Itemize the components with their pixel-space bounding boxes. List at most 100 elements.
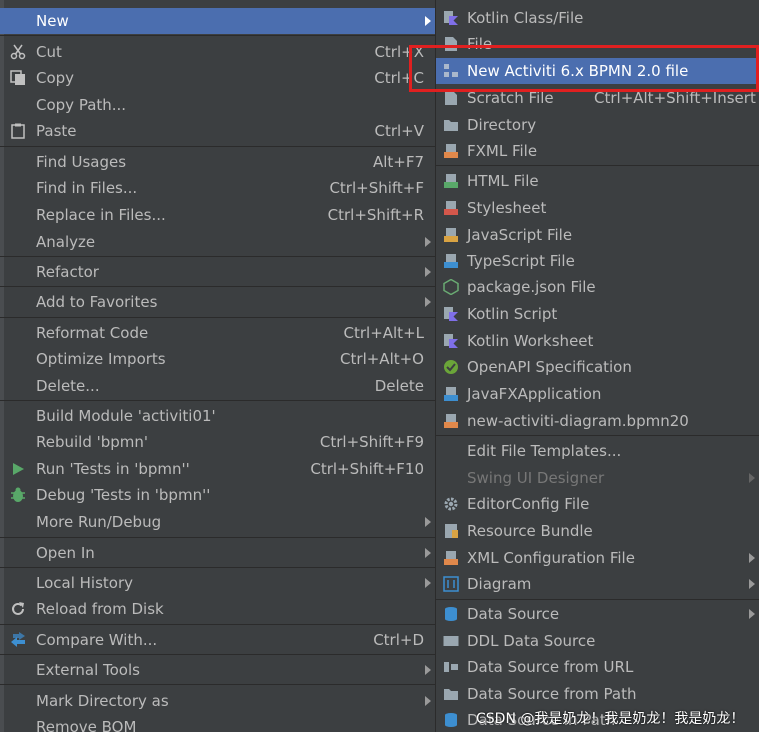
separator	[0, 35, 435, 36]
menu-item-delete[interactable]: Delete... Delete	[0, 373, 435, 399]
shortcut-label: Ctrl+Alt+Shift+Insert	[594, 89, 756, 107]
submenu-item-editorconfig[interactable]: EditorConfig File	[436, 491, 759, 517]
reload-icon	[12, 602, 24, 615]
menu-item-label: Delete...	[36, 377, 100, 395]
menu-item-new[interactable]: New	[0, 8, 435, 34]
submenu-item-diagram[interactable]: Diagram	[436, 571, 759, 597]
menu-item-local-history[interactable]: Local History	[0, 570, 435, 596]
menu-item-label: Replace in Files...	[36, 206, 166, 224]
copy-icon	[10, 70, 25, 85]
submenu-item-data-source-path[interactable]: Data Source from Path	[436, 681, 759, 707]
watermark-text: CSDN @我是奶龙！我是奶龙！我是奶龙！	[476, 711, 745, 727]
menu-item-copy[interactable]: Copy Ctrl+C	[0, 65, 435, 91]
submenu-item-data-source-url[interactable]: Data Source from URL	[436, 654, 759, 680]
menu-item-label: new-activiti-diagram.bpmn20	[467, 412, 689, 430]
new-submenu: Kotlin Class/File File New Activiti 6.x …	[435, 0, 759, 732]
submenu-item-kotlin-worksheet[interactable]: Kotlin Worksheet	[436, 328, 759, 354]
menu-item-label: FXML File	[467, 142, 538, 160]
scissors-icon	[10, 44, 26, 60]
menu-item-rebuild[interactable]: Rebuild 'bpmn' Ctrl+Shift+F9	[0, 429, 435, 455]
submenu-item-xml-configuration[interactable]: XML Configuration File	[436, 545, 759, 571]
css-icon	[444, 201, 458, 215]
menu-item-paste[interactable]: Paste Ctrl+V	[0, 118, 435, 144]
menu-item-label: More Run/Debug	[36, 513, 162, 531]
shortcut-label: Ctrl+V	[374, 122, 424, 140]
menu-item-compare-with[interactable]: Compare With... Ctrl+D	[0, 627, 435, 653]
submenu-item-fxml-file[interactable]: FXML File	[436, 138, 759, 164]
submenu-item-new-activiti-diagram[interactable]: new-activiti-diagram.bpmn20	[436, 408, 759, 434]
submenu-item-typescript-file[interactable]: TypeScript File	[436, 248, 759, 274]
js-icon	[444, 228, 458, 242]
run-icon	[13, 463, 24, 475]
menu-item-label: XML Configuration File	[467, 549, 635, 567]
menu-item-label: Rebuild 'bpmn'	[36, 433, 149, 451]
shortcut-label: Ctrl+C	[374, 69, 424, 87]
kotlin-worksheet-icon	[444, 334, 458, 348]
submenu-item-scratch-file[interactable]: Scratch File Ctrl+Alt+Shift+Insert	[436, 85, 759, 111]
menu-item-label: Mark Directory as	[36, 692, 169, 710]
submenu-item-javascript-file[interactable]: JavaScript File	[436, 222, 759, 248]
submenu-item-package-json[interactable]: package.json File	[436, 274, 759, 300]
menu-item-label: JavaFXApplication	[467, 385, 602, 403]
submenu-item-directory[interactable]: Directory	[436, 112, 759, 138]
submenu-item-kotlin-script[interactable]: Kotlin Script	[436, 301, 759, 327]
menu-item-run-tests[interactable]: Run 'Tests in 'bpmn'' Ctrl+Shift+F10	[0, 456, 435, 482]
menu-item-label: Diagram	[467, 575, 532, 593]
menu-item-replace-in-files[interactable]: Replace in Files... Ctrl+Shift+R	[0, 202, 435, 228]
submenu-item-data-source[interactable]: Data Source	[436, 601, 759, 627]
submenu-item-resource-bundle[interactable]: Resource Bundle	[436, 518, 759, 544]
menu-item-copy-path[interactable]: Copy Path...	[0, 92, 435, 118]
folder-icon	[444, 120, 458, 131]
submenu-arrow-icon	[425, 237, 431, 247]
menu-item-optimize-imports[interactable]: Optimize Imports Ctrl+Alt+O	[0, 346, 435, 372]
menu-item-reload-from-disk[interactable]: Reload from Disk	[0, 596, 435, 622]
menu-item-label: Find in Files...	[36, 179, 138, 197]
nodejs-icon	[443, 279, 459, 295]
menu-item-debug-tests[interactable]: Debug 'Tests in 'bpmn''	[0, 482, 435, 508]
menu-item-label: Refactor	[36, 263, 99, 281]
submenu-item-javafx-application[interactable]: JavaFXApplication	[436, 381, 759, 407]
menu-item-label: Swing UI Designer	[467, 469, 605, 487]
submenu-item-new-activiti-bpmn[interactable]: New Activiti 6.x BPMN 2.0 file	[436, 58, 759, 84]
menu-item-label: Debug 'Tests in 'bpmn''	[36, 486, 211, 504]
menu-item-external-tools[interactable]: External Tools	[0, 657, 435, 683]
submenu-item-html-file[interactable]: HTML File	[436, 168, 759, 194]
menu-item-find-in-files[interactable]: Find in Files... Ctrl+Shift+F	[0, 175, 435, 201]
submenu-arrow-icon	[425, 696, 431, 706]
fxml-icon	[444, 144, 458, 158]
menu-item-add-to-favorites[interactable]: Add to Favorites	[0, 289, 435, 315]
submenu-item-openapi[interactable]: OpenAPI Specification	[436, 354, 759, 380]
separator	[0, 146, 435, 147]
submenu-arrow-icon	[749, 553, 755, 563]
menu-item-mark-directory-as[interactable]: Mark Directory as	[0, 688, 435, 714]
submenu-item-kotlin-class[interactable]: Kotlin Class/File	[436, 5, 759, 31]
menu-item-label: Cut	[36, 43, 62, 61]
menu-item-label: Copy	[36, 69, 75, 87]
menu-item-open-in[interactable]: Open In	[0, 540, 435, 566]
ddl-icon	[443, 636, 459, 646]
resource-bundle-icon	[445, 524, 458, 538]
menu-item-reformat-code[interactable]: Reformat Code Ctrl+Alt+L	[0, 320, 435, 346]
menu-item-more-run-debug[interactable]: More Run/Debug	[0, 509, 435, 535]
menu-item-analyze[interactable]: Analyze	[0, 229, 435, 255]
menu-item-label: HTML File	[467, 172, 539, 190]
menu-item-label: Paste	[36, 122, 77, 140]
submenu-item-stylesheet[interactable]: Stylesheet	[436, 195, 759, 221]
bpmn-icon	[444, 64, 458, 77]
menu-item-label: Data Source	[467, 605, 560, 623]
separator	[0, 537, 435, 538]
submenu-item-edit-file-templates[interactable]: Edit File Templates...	[436, 438, 759, 464]
menu-item-refactor[interactable]: Refactor	[0, 259, 435, 285]
submenu-item-file[interactable]: File	[436, 31, 759, 57]
gear-icon	[444, 497, 458, 511]
menu-item-find-usages[interactable]: Find Usages Alt+F7	[0, 149, 435, 175]
menu-item-build-module[interactable]: Build Module 'activiti01'	[0, 403, 435, 429]
menu-item-label: Analyze	[36, 233, 96, 251]
menu-item-remove-bom[interactable]: Remove BOM	[0, 714, 435, 740]
menu-item-cut[interactable]: Cut Ctrl+X	[0, 39, 435, 65]
javafx-icon	[444, 387, 458, 401]
submenu-item-ddl-data-source[interactable]: DDL Data Source	[436, 628, 759, 654]
scratch-icon	[445, 91, 457, 105]
kotlin-script-icon	[444, 307, 458, 321]
debug-icon	[11, 487, 25, 502]
